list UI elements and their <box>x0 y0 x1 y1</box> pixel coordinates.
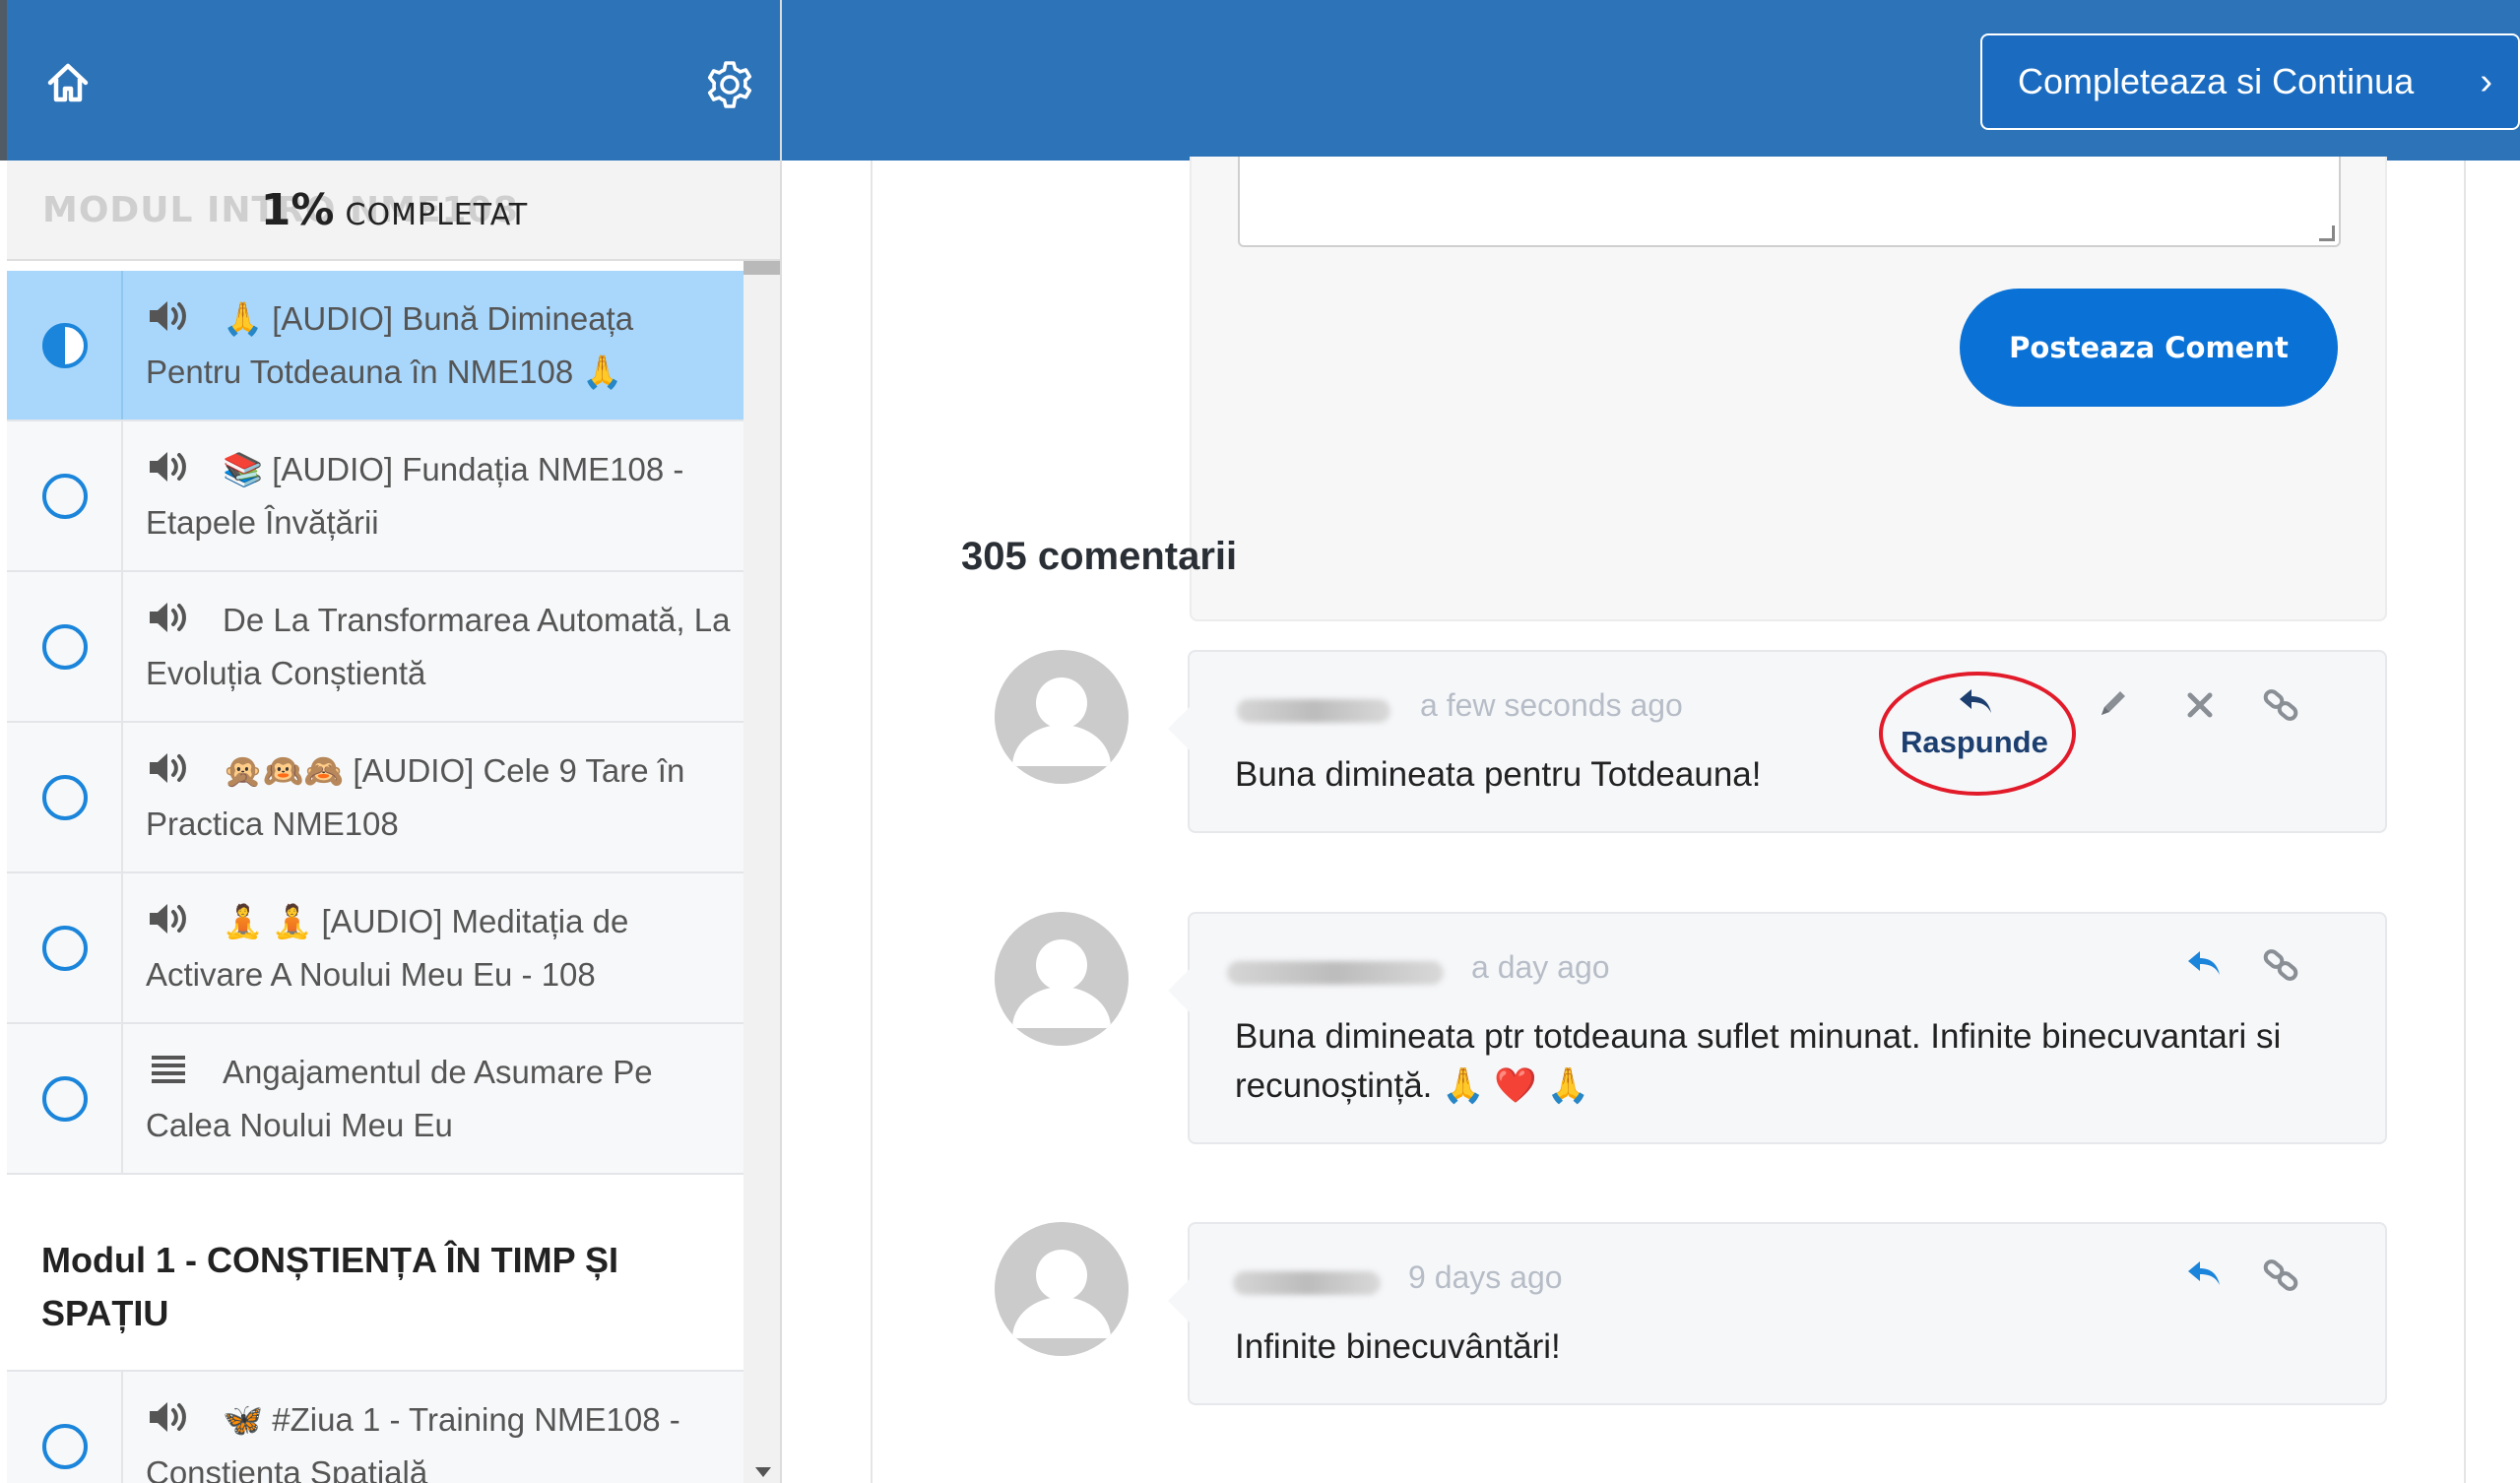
course-progress: MODUL INTRO NME108 1% COMPLETAT <box>7 161 780 261</box>
lesson-not-started-icon <box>42 1424 88 1469</box>
comment-body: 9 days ago Infinite binecuvântări! <box>1168 1222 2387 1405</box>
comment-item: a day ago Buna dimineata ptr totdeauna s… <box>995 912 2387 1144</box>
link-icon[interactable] <box>2261 945 2300 985</box>
lesson-title: 🦋 #Ziua 1 - Training NME108 - Conștiența… <box>146 1401 680 1483</box>
comment-time: a day ago <box>1471 949 1610 985</box>
comment-body: a few seconds ago Buna dimineata pentru … <box>1168 650 2387 833</box>
lesson-title: 🙊🙉🙈 [AUDIO] Cele 9 Tare în Practica NME1… <box>146 752 685 842</box>
edit-pencil-icon[interactable] <box>2094 683 2133 723</box>
audio-icon <box>150 904 186 934</box>
comment-body: a day ago Buna dimineata ptr totdeauna s… <box>1168 912 2387 1144</box>
link-icon[interactable] <box>2261 1256 2300 1295</box>
lesson-title: Angajamentul de Asumare Pe Calea Noului … <box>146 1054 653 1143</box>
lesson-title: 🙏 [AUDIO] Bună Dimineața Pentru Totdeaun… <box>146 300 634 390</box>
audio-icon <box>150 301 186 331</box>
lesson-title: 📚 [AUDIO] Fundația NME108 - Etapele Învă… <box>146 451 684 541</box>
chevron-right-icon: › <box>2480 61 2492 102</box>
lesson-title: 🧘 🧘 [AUDIO] Meditația de Activare A Noul… <box>146 903 629 993</box>
delete-x-icon[interactable] <box>2180 685 2220 725</box>
lesson-not-started-icon <box>42 624 88 670</box>
lesson-item[interactable]: 🙊🙉🙈 [AUDIO] Cele 9 Tare în Practica NME1… <box>7 723 743 873</box>
reply-icon[interactable] <box>2184 947 2224 979</box>
lesson-not-started-icon <box>42 926 88 971</box>
lesson-item[interactable]: 🦋 #Ziua 1 - Training NME108 - Conștiența… <box>7 1372 743 1483</box>
lesson-list: 🙏 [AUDIO] Bună Dimineața Pentru Totdeaun… <box>7 271 743 1483</box>
comment-textarea[interactable] <box>1238 157 2341 247</box>
comment-form: Posteaza Coment <box>1190 157 2387 621</box>
sidebar-scrollbar[interactable] <box>743 261 780 1483</box>
top-bar: Completeaza si Continua › <box>782 0 2520 161</box>
module-header[interactable]: Modul 1 - CONȘTIENȚA ÎN TIMP ȘI SPAȚIU <box>7 1175 743 1372</box>
gear-icon[interactable] <box>704 59 755 110</box>
avatar <box>995 912 1129 1046</box>
reply-icon[interactable] <box>1956 685 1995 717</box>
lesson-item[interactable]: 📚 [AUDIO] Fundația NME108 - Etapele Învă… <box>7 421 743 572</box>
progress-label: COMPLETAT <box>345 198 529 232</box>
comment-text: Buna dimineata pentru Totdeauna! <box>1235 755 1762 794</box>
lesson-in-progress-icon <box>42 323 88 368</box>
avatar <box>995 1222 1129 1356</box>
comment-author-blurred <box>1237 699 1390 723</box>
comment-time: 9 days ago <box>1408 1259 1563 1295</box>
link-icon[interactable] <box>2261 685 2300 725</box>
complete-continue-button[interactable]: Completeaza si Continua › <box>1980 33 2520 130</box>
scrollbar-thumb[interactable] <box>743 261 780 275</box>
lesson-not-started-icon <box>42 775 88 820</box>
audio-icon <box>150 1402 186 1432</box>
scroll-down-arrow-icon[interactable] <box>755 1467 771 1477</box>
audio-icon <box>150 452 186 482</box>
comments-count: 305 comentarii <box>961 535 1238 578</box>
text-lines-icon <box>152 1056 185 1083</box>
progress-percent: 1% <box>260 185 335 235</box>
avatar <box>995 650 1129 784</box>
resize-grip-icon[interactable] <box>2319 226 2335 241</box>
comment-item: a few seconds ago Buna dimineata pentru … <box>995 650 2387 833</box>
continue-label: Completeaza si Continua <box>2018 61 2415 101</box>
comment-text: Buna dimineata ptr totdeauna suflet minu… <box>1235 1017 2282 1105</box>
comment-author-blurred <box>1227 961 1444 985</box>
reply-button[interactable]: Raspunde <box>1901 725 2048 760</box>
lesson-not-started-icon <box>42 1076 88 1122</box>
sidebar-header <box>0 0 780 161</box>
lesson-not-started-icon <box>42 474 88 519</box>
reply-icon[interactable] <box>2184 1257 2224 1289</box>
lesson-item[interactable]: Angajamentul de Asumare Pe Calea Noului … <box>7 1024 743 1175</box>
comment-time: a few seconds ago <box>1420 687 1683 723</box>
lesson-title: De La Transformarea Automată, La Evoluți… <box>146 602 731 691</box>
lesson-item[interactable]: De La Transformarea Automată, La Evoluți… <box>7 572 743 723</box>
audio-icon <box>150 603 186 632</box>
audio-icon <box>150 753 186 783</box>
post-comment-button[interactable]: Posteaza Coment <box>1960 289 2338 407</box>
lesson-item[interactable]: 🙏 [AUDIO] Bună Dimineața Pentru Totdeaun… <box>7 271 743 421</box>
comment-item: 9 days ago Infinite binecuvântări! <box>995 1222 2387 1405</box>
course-sidebar: MODUL INTRO NME108 1% COMPLETAT 🙏 [AUDIO… <box>0 0 782 1483</box>
content-column: Posteaza Coment 305 comentarii a few sec… <box>871 157 2466 1483</box>
comment-author-blurred <box>1233 1271 1381 1295</box>
lesson-item[interactable]: 🧘 🧘 [AUDIO] Meditația de Activare A Noul… <box>7 873 743 1024</box>
home-icon[interactable] <box>44 59 92 106</box>
comment-text: Infinite binecuvântări! <box>1235 1327 1561 1366</box>
main-content: Posteaza Coment 305 comentarii a few sec… <box>782 157 2520 1483</box>
module-title: Modul 1 - CONȘTIENȚA ÎN TIMP ȘI SPAȚIU <box>41 1240 619 1333</box>
